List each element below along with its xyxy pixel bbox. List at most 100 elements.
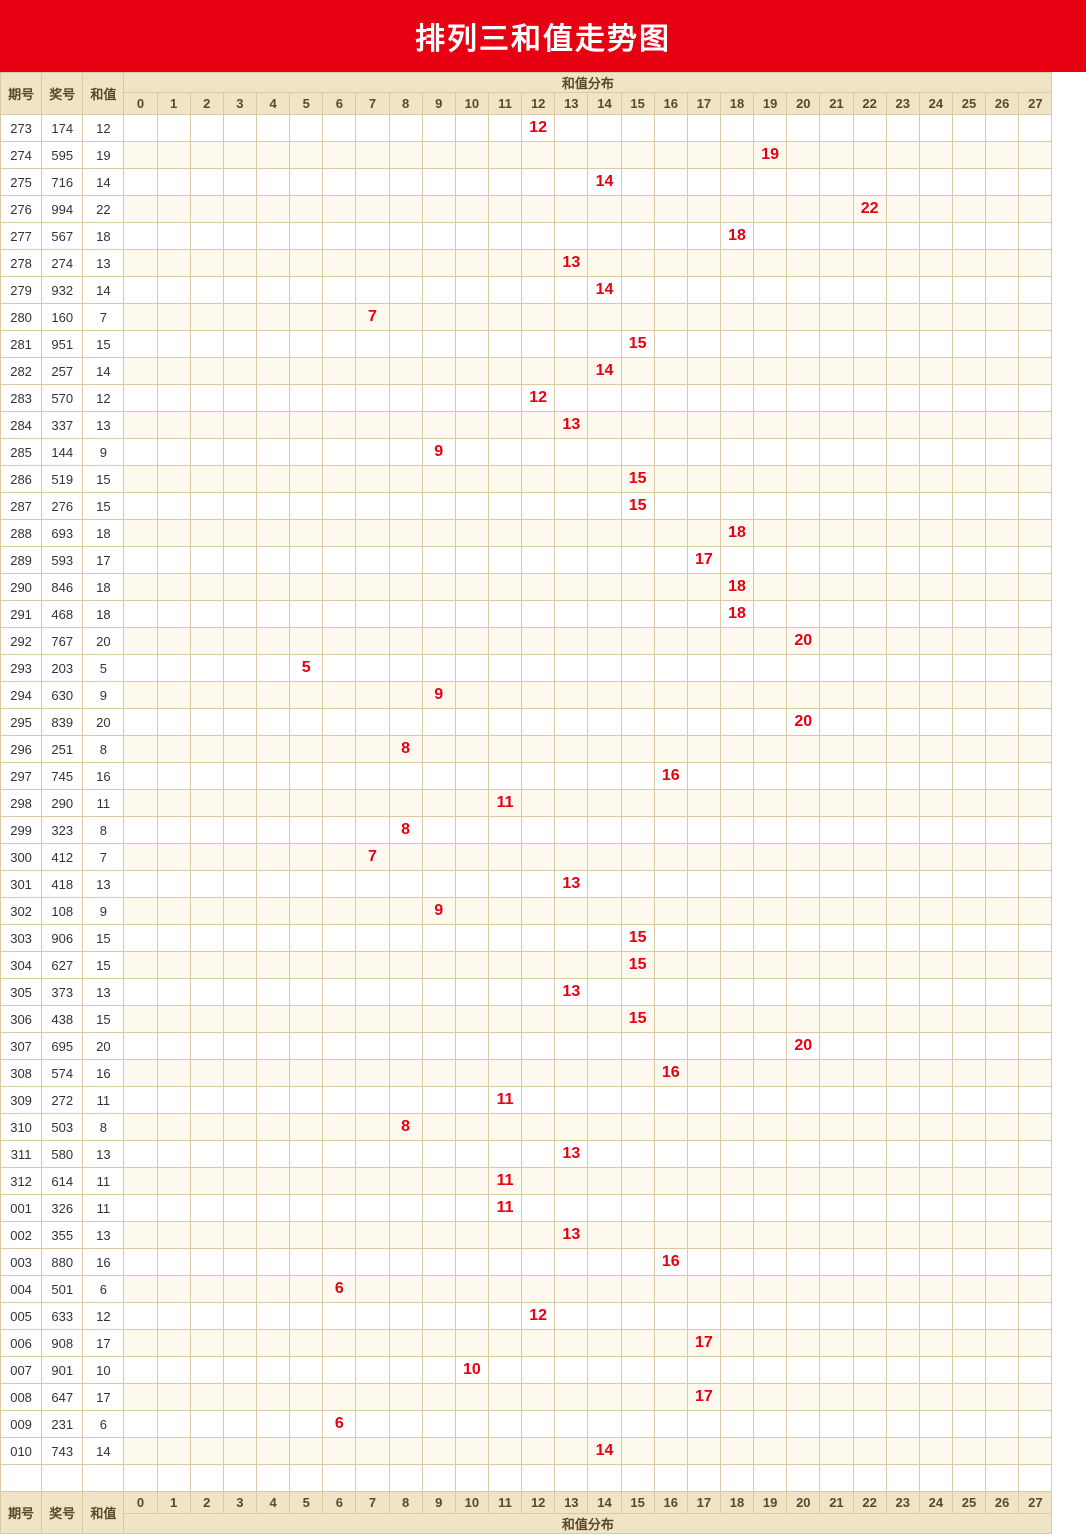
dist-cell xyxy=(522,1330,555,1357)
dist-cell xyxy=(1019,1384,1052,1411)
blank-cell xyxy=(290,1465,323,1492)
dist-cell xyxy=(455,655,488,682)
dist-cell xyxy=(555,196,588,223)
dist-cell xyxy=(754,871,787,898)
dist-cell xyxy=(522,763,555,790)
dist-cell xyxy=(555,682,588,709)
dist-cell xyxy=(323,1195,356,1222)
dist-cell xyxy=(919,520,952,547)
dist-cell xyxy=(754,412,787,439)
col-num-footer-0: 0 xyxy=(124,1492,157,1514)
dist-cell xyxy=(256,1303,289,1330)
dist-cell xyxy=(555,574,588,601)
dist-cell xyxy=(124,331,157,358)
dist-cell xyxy=(588,1384,621,1411)
dist-cell xyxy=(1019,493,1052,520)
col-num-19: 19 xyxy=(754,93,787,115)
cell-award: 412 xyxy=(42,844,83,871)
dist-cell xyxy=(488,709,521,736)
col-num-4: 4 xyxy=(256,93,289,115)
dist-cell xyxy=(223,1141,256,1168)
cell-sum: 11 xyxy=(83,1195,124,1222)
dist-cell xyxy=(223,979,256,1006)
dist-cell xyxy=(190,1357,223,1384)
dist-cell xyxy=(256,142,289,169)
dist-cell xyxy=(853,304,886,331)
dist-cell xyxy=(157,304,190,331)
dist-cell: 14 xyxy=(588,358,621,385)
blank-cell xyxy=(488,1465,521,1492)
dist-cell xyxy=(124,196,157,223)
cell-award: 906 xyxy=(42,925,83,952)
dist-cell: 10 xyxy=(455,1357,488,1384)
dist-cell xyxy=(986,115,1019,142)
dist-cell xyxy=(986,169,1019,196)
dist-cell xyxy=(223,1195,256,1222)
dist-cell xyxy=(356,682,389,709)
dist-cell xyxy=(190,628,223,655)
dist-cell xyxy=(1019,1060,1052,1087)
dist-cell xyxy=(223,925,256,952)
dist-cell xyxy=(754,1060,787,1087)
dist-cell xyxy=(455,1141,488,1168)
dist-cell xyxy=(323,358,356,385)
dist-cell xyxy=(1019,277,1052,304)
dist-cell xyxy=(223,358,256,385)
dist-cell xyxy=(986,925,1019,952)
dist-cell xyxy=(323,844,356,871)
dist-cell xyxy=(124,1168,157,1195)
cell-sum: 15 xyxy=(83,925,124,952)
cell-award: 633 xyxy=(42,1303,83,1330)
dist-cell xyxy=(787,520,820,547)
dist-cell xyxy=(555,1303,588,1330)
dist-cell xyxy=(157,250,190,277)
dist-cell xyxy=(720,1087,753,1114)
dist-cell xyxy=(190,1141,223,1168)
dist-cell xyxy=(853,223,886,250)
dist-cell xyxy=(522,979,555,1006)
cell-sum: 7 xyxy=(83,844,124,871)
table-row: 29320355 xyxy=(1,655,1086,682)
dist-cell: 16 xyxy=(654,1249,687,1276)
dist-cell xyxy=(124,466,157,493)
dist-cell xyxy=(919,277,952,304)
dist-cell xyxy=(621,709,654,736)
dist-cell xyxy=(522,547,555,574)
dist-cell xyxy=(455,466,488,493)
dist-cell xyxy=(488,1330,521,1357)
dist-cell xyxy=(621,142,654,169)
dist-cell xyxy=(455,331,488,358)
cell-sum: 16 xyxy=(83,1249,124,1276)
dist-cell xyxy=(986,1060,1019,1087)
dist-cell xyxy=(853,979,886,1006)
cell-period: 304 xyxy=(1,952,42,979)
dist-cell xyxy=(555,1006,588,1033)
dist-cell xyxy=(223,682,256,709)
dist-cell xyxy=(422,466,455,493)
table-row: 28514499 xyxy=(1,439,1086,466)
dist-cell xyxy=(986,466,1019,493)
dist-cell xyxy=(290,1168,323,1195)
dist-cell xyxy=(455,385,488,412)
dist-cell xyxy=(919,466,952,493)
dist-cell xyxy=(787,1276,820,1303)
dist-cell: 8 xyxy=(389,736,422,763)
dist-cell xyxy=(488,925,521,952)
dist-cell xyxy=(588,817,621,844)
dist-cell xyxy=(124,250,157,277)
dist-cell xyxy=(654,682,687,709)
dist-cell xyxy=(455,115,488,142)
dist-cell xyxy=(754,979,787,1006)
dist-cell xyxy=(455,439,488,466)
dist-cell xyxy=(124,709,157,736)
blank-cell xyxy=(787,1465,820,1492)
dist-cell xyxy=(588,1222,621,1249)
dist-cell xyxy=(919,1330,952,1357)
dist-cell xyxy=(290,1357,323,1384)
dist-cell xyxy=(389,412,422,439)
dist-cell xyxy=(654,1357,687,1384)
dist-cell xyxy=(522,1357,555,1384)
dist-cell xyxy=(124,547,157,574)
dist-cell xyxy=(157,601,190,628)
dist-cell xyxy=(157,1195,190,1222)
